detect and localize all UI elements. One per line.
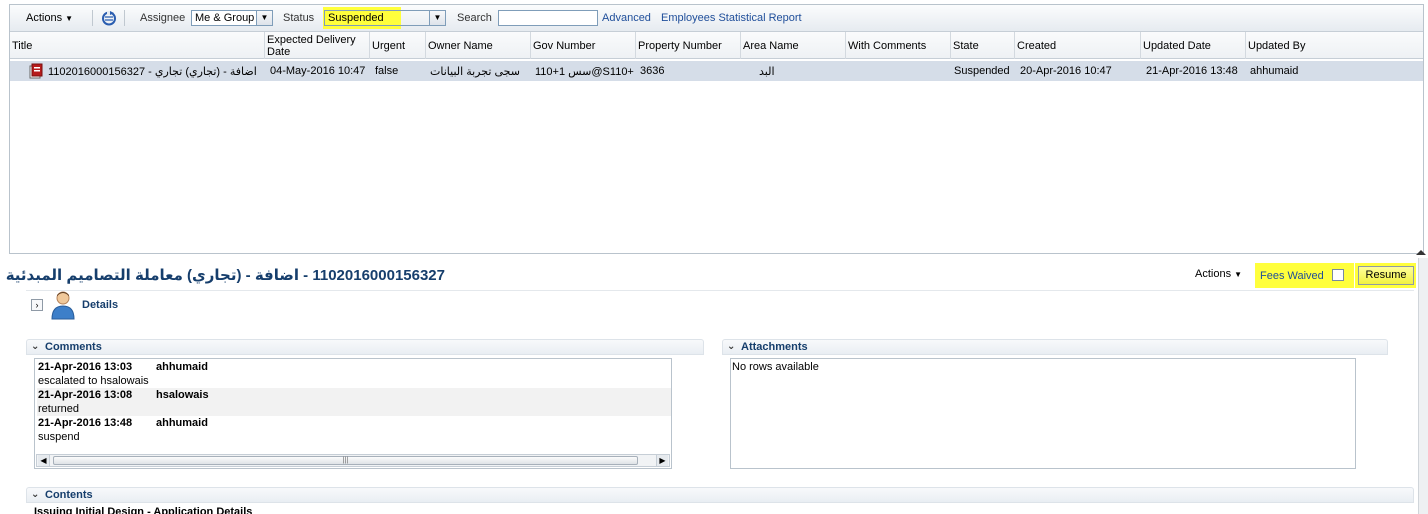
comments-list: 21-Apr-2016 13:03 ahhumaid escalated to … <box>34 358 672 469</box>
column-header-with-comments[interactable]: With Comments <box>846 32 951 59</box>
comment-user: hsalowais <box>156 389 209 401</box>
search-input[interactable] <box>498 10 598 26</box>
cell-updated-date: 21-Apr-2016 13:48 <box>1146 65 1238 77</box>
attachments-label: Attachments <box>741 341 808 353</box>
assignee-label: Assignee <box>140 12 186 24</box>
refresh-icon[interactable] <box>100 10 118 27</box>
chevron-down-icon: ▼ <box>1234 270 1243 279</box>
advanced-link[interactable]: Advanced <box>602 12 651 24</box>
column-header-updated-date[interactable]: Updated Date <box>1141 32 1246 59</box>
column-header-property-number[interactable]: Property Number <box>636 32 741 59</box>
task-document-icon <box>28 63 44 79</box>
cell-state: Suspended <box>954 65 1010 77</box>
cell-owner-name: سجى تجربة البيانات <box>430 66 520 78</box>
comments-horizontal-scrollbar[interactable]: ◀ ||| ▶ <box>36 454 670 467</box>
column-header-expected-delivery[interactable]: Expected Delivery Date <box>265 32 370 59</box>
details-label: Details <box>82 299 119 311</box>
chevron-down-icon: ⌄ <box>31 341 40 352</box>
attachments-list: No rows available <box>730 358 1356 469</box>
detail-actions-menu[interactable]: Actions ▼ <box>1195 268 1242 280</box>
column-header-gov-number[interactable]: Gov Number <box>531 32 636 59</box>
task-toolbar: Actions ▼ Assignee Me & Group ▼ Status S… <box>10 5 1423 32</box>
chevron-down-icon: ▼ <box>429 11 445 25</box>
actions-menu[interactable]: Actions ▼ <box>26 12 73 24</box>
chevron-down-icon: ▼ <box>65 14 74 23</box>
cell-expected-delivery: 04-May-2016 10:47 <box>270 65 366 77</box>
grid-header: Title Expected Delivery Date Urgent Owne… <box>10 32 1423 59</box>
status-select[interactable]: Suspended ▼ <box>324 10 446 26</box>
status-value: Suspended <box>328 12 384 24</box>
table-row[interactable]: 1102016000156327 - اضافة - (تجاري) تجاري… <box>10 61 1423 81</box>
comment-text: suspend <box>38 431 80 443</box>
comment-date: 21-Apr-2016 13:48 <box>38 417 133 429</box>
cell-with-comments <box>848 61 953 81</box>
cell-urgent: false <box>375 65 399 77</box>
scroll-thumb[interactable]: ||| <box>53 456 638 465</box>
splitter-collapse-icon[interactable] <box>1416 250 1426 255</box>
comment-user: ahhumaid <box>156 417 208 429</box>
contents-subtitle: Issuing Initial Design - Application Det… <box>34 506 253 514</box>
comments-header[interactable]: ⌄ Comments <box>26 339 704 355</box>
resume-button[interactable]: Resume <box>1358 266 1414 285</box>
assignee-value: Me & Group <box>195 12 255 24</box>
chevron-down-icon: ▼ <box>256 11 272 25</box>
cell-created: 20-Apr-2016 10:47 <box>1020 65 1112 77</box>
assignee-select[interactable]: Me & Group ▼ <box>191 10 273 26</box>
task-detail-title-text: 1102016000156327 - اضافة - (تجاري) معامل… <box>5 267 445 284</box>
comment-date: 21-Apr-2016 13:03 <box>38 361 133 373</box>
scroll-left-icon[interactable]: ◀ <box>38 455 50 466</box>
cell-title: 1102016000156327 - اضافة - (تجاري) تجاري <box>48 66 257 78</box>
cell-area-name: البد <box>759 66 775 78</box>
task-list-panel: Actions ▼ Assignee Me & Group ▼ Status S… <box>9 4 1424 254</box>
contents-header[interactable]: ⌄ Contents <box>26 487 1414 503</box>
column-header-updated-by[interactable]: Updated By <box>1246 32 1351 59</box>
column-header-urgent[interactable]: Urgent <box>370 32 426 59</box>
actions-menu-label: Actions <box>26 12 63 24</box>
details-section <box>26 290 1414 324</box>
no-rows-message: No rows available <box>732 361 819 373</box>
comment-date: 21-Apr-2016 13:08 <box>38 389 133 401</box>
status-label: Status <box>283 12 315 24</box>
chevron-down-icon: ⌄ <box>31 489 40 500</box>
fees-waived-checkbox[interactable] <box>1332 269 1344 281</box>
column-header-area-name[interactable]: Area Name <box>741 32 846 59</box>
task-detail-title: 1102016000156327 - اضافة - (تجاري) معامل… <box>6 266 445 284</box>
scroll-right-icon[interactable]: ▶ <box>656 455 668 466</box>
comment-text: escalated to hsalowais <box>38 375 149 387</box>
chevron-down-icon: ⌄ <box>727 341 736 352</box>
column-header-created[interactable]: Created <box>1015 32 1141 59</box>
person-icon <box>50 290 76 320</box>
list-item: 21-Apr-2016 13:03 ahhumaid escalated to … <box>37 360 671 388</box>
toolbar-divider <box>124 10 125 26</box>
column-header-title[interactable]: Title <box>10 32 265 59</box>
employees-report-link[interactable]: Employees Statistical Report <box>661 12 802 24</box>
contents-label: Contents <box>45 489 93 501</box>
toolbar-divider <box>92 10 93 26</box>
column-header-owner-name[interactable]: Owner Name <box>426 32 531 59</box>
expand-icon[interactable]: › <box>31 299 43 311</box>
search-label: Search <box>457 12 492 24</box>
comment-text: returned <box>38 403 79 415</box>
detail-scrollbar[interactable] <box>1418 258 1428 514</box>
fees-waived-label: Fees Waived <box>1260 270 1324 282</box>
attachments-header[interactable]: ⌄ Attachments <box>722 339 1388 355</box>
column-header-state[interactable]: State <box>951 32 1015 59</box>
cell-property-number: 3636 <box>640 65 665 77</box>
comments-label: Comments <box>45 341 102 353</box>
cell-gov-number: 110+1 سس@S110+ <box>535 66 634 78</box>
detail-actions-label: Actions <box>1195 268 1232 280</box>
list-item: 21-Apr-2016 13:08 hsalowais returned <box>37 388 671 416</box>
comment-user: ahhumaid <box>156 361 208 373</box>
list-item: 21-Apr-2016 13:48 ahhumaid suspend <box>37 416 671 444</box>
cell-updated-by: ahhumaid <box>1250 65 1299 77</box>
